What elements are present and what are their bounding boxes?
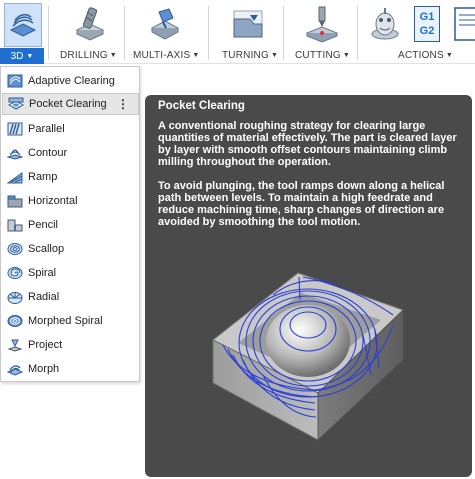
cutting-menu-button[interactable]: CUTTING ▼ [295,50,350,61]
menu-item-pencil[interactable]: Pencil [2,214,139,236]
menu-item-contour[interactable]: Contour [2,142,139,164]
tooltip-body: A conventional roughing strategy for cle… [158,120,464,240]
post-process-icon[interactable]: G1 G2 [412,4,442,44]
cutting-icon[interactable] [302,4,342,44]
multi-axis-icon[interactable] [145,4,185,44]
menu-item-project[interactable]: Project [2,334,139,356]
turning-menu-button[interactable]: TURNING ▼ [222,50,278,61]
parallel-icon [7,122,23,136]
morphed-spiral-icon [7,314,23,328]
chevron-down-icon: ▼ [270,52,279,59]
drill-icon[interactable] [70,4,110,44]
adaptive-clearing-icon [7,74,23,88]
menu-item-label: Contour [28,147,68,159]
actions-menu-button[interactable]: ACTIONS ▼ [398,50,453,61]
pocket-clearing-icon [8,97,24,111]
menu-item-label: Parallel [28,123,65,135]
menu-item-radial[interactable]: Radial [2,286,139,308]
simulate-icon[interactable] [365,4,405,44]
menu-item-label: Ramp [28,171,58,183]
menu-item-label: Spiral [28,267,57,279]
menu-item-label: Pocket Clearing [29,98,107,110]
g1-label: G1 [419,11,435,23]
menu-item-morphed-spiral[interactable]: Morphed Spiral [2,310,139,332]
turning-label: TURNING [222,50,269,61]
multi-axis-menu-button[interactable]: MULTI-AXIS ▼ [133,50,200,61]
toolbar-separator [124,6,125,60]
menu-item-label: Pencil [28,219,58,231]
menu-item-label: Horizontal [28,195,78,207]
menu-item-label: Radial [28,291,60,303]
3d-milling-icon[interactable] [4,3,42,47]
3d-dropdown-menu: Adaptive Clearing Pocket Clearing ⋮ Para… [0,66,140,382]
morph-icon [7,362,23,376]
menu-item-label: Morphed Spiral [28,315,103,327]
3d-menu-button[interactable]: 3D ▼ [0,48,44,64]
g1g2-box: G1 G2 [414,6,440,42]
contour-icon [7,146,23,160]
menu-item-label: Adaptive Clearing [28,75,115,87]
menu-item-morph[interactable]: Morph [2,358,139,380]
tooltip-paragraph: To avoid plunging, the tool ramps down a… [158,180,445,228]
multi-axis-label: MULTI-AXIS [133,50,191,61]
ramp-icon [7,170,23,184]
toolbar-separator [208,6,209,60]
pocket-clearing-illustration [212,272,404,442]
drilling-menu-button[interactable]: DRILLING ▼ [60,50,117,61]
menu-item-label: Morph [28,363,60,375]
chevron-down-icon: ▼ [445,52,453,59]
chevron-down-icon: ▼ [26,52,34,60]
scallop-icon [7,242,23,256]
chevron-down-icon: ▼ [192,52,200,59]
spiral-icon [7,266,23,280]
menu-item-ramp[interactable]: Ramp [2,166,139,188]
3d-label: 3D [10,50,24,62]
menu-item-horizontal[interactable]: Horizontal [2,190,139,212]
tooltip-panel: Pocket Clearing A conventional roughing … [145,95,472,477]
chevron-down-icon: ▼ [342,52,350,59]
drilling-label: DRILLING [60,50,108,61]
tooltip-title: Pocket Clearing [158,100,245,112]
actions-label: ACTIONS [398,50,444,61]
toolbar-separator [48,6,49,60]
turning-icon[interactable] [228,4,268,44]
menu-item-parallel[interactable]: Parallel [2,118,139,140]
project-icon [7,338,23,352]
toolbar: 3D ▼ DRILLING ▼ MULTI-AXIS ▼ TURNING ▼ C… [0,0,475,64]
radial-icon [7,290,23,304]
tooltip-paragraph: A conventional roughing strategy for cle… [158,120,457,168]
pencil-icon [7,218,23,232]
menu-item-label: Project [28,339,63,351]
setup-sheet-icon[interactable] [450,4,475,44]
cutting-label: CUTTING [295,50,341,61]
g2-label: G2 [419,25,435,37]
horizontal-icon [7,194,23,208]
toolbar-separator [357,6,358,60]
chevron-down-icon: ▼ [109,52,117,59]
toolbar-separator [283,6,284,60]
more-options-icon[interactable]: ⋮ [117,97,129,111]
menu-item-adaptive-clearing[interactable]: Adaptive Clearing [2,70,139,92]
menu-item-spiral[interactable]: Spiral [2,262,139,284]
menu-item-pocket-clearing[interactable]: Pocket Clearing ⋮ [2,93,139,115]
menu-item-label: Scallop [28,243,65,255]
menu-item-scallop[interactable]: Scallop [2,238,139,260]
